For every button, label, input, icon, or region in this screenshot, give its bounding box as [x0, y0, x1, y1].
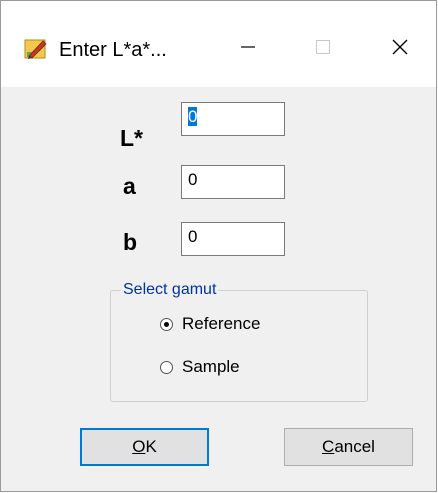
gamut-group-title: Select gamut	[121, 280, 219, 300]
ok-mnemonic: O	[132, 437, 146, 456]
ok-button[interactable]: OK	[80, 428, 209, 466]
radio-sample[interactable]: Sample	[160, 356, 240, 378]
radio-sample-button[interactable]	[160, 360, 173, 374]
minimize-button[interactable]	[225, 31, 271, 67]
edit-color-icon	[24, 37, 48, 61]
maximize-icon	[315, 39, 331, 60]
close-icon	[391, 38, 409, 61]
title-bar[interactable]: Enter L*a*...	[1, 1, 436, 87]
cancel-mnemonic: C	[322, 437, 335, 456]
cancel-button[interactable]: Cancel	[284, 428, 413, 466]
radio-reference-button[interactable]	[160, 317, 173, 331]
radio-reference[interactable]: Reference	[160, 313, 260, 335]
b-value: 0	[188, 227, 198, 246]
close-button[interactable]	[377, 31, 423, 67]
b-input[interactable]: 0	[181, 222, 285, 256]
a-label: a	[123, 173, 136, 199]
a-value: 0	[188, 170, 198, 189]
cancel-label-rest: ancel	[334, 437, 375, 456]
gamut-group	[110, 290, 368, 402]
minimize-icon	[240, 39, 256, 60]
radio-selected-dot	[164, 321, 169, 327]
window-title: Enter L*a*...	[59, 39, 167, 61]
maximize-button	[300, 31, 346, 67]
a-input[interactable]: 0	[181, 165, 285, 199]
b-label: b	[123, 229, 138, 255]
dialog-window: Enter L*a*... L* 0 a 0 b 0 Select gamut …	[0, 0, 437, 492]
radio-reference-label: Reference	[182, 314, 261, 333]
l-star-input[interactable]: 0	[181, 102, 285, 136]
l-star-label: L*	[120, 125, 143, 151]
ok-label-rest: K	[145, 437, 157, 456]
l-star-value: 0	[188, 107, 198, 126]
radio-sample-label: Sample	[182, 357, 240, 376]
